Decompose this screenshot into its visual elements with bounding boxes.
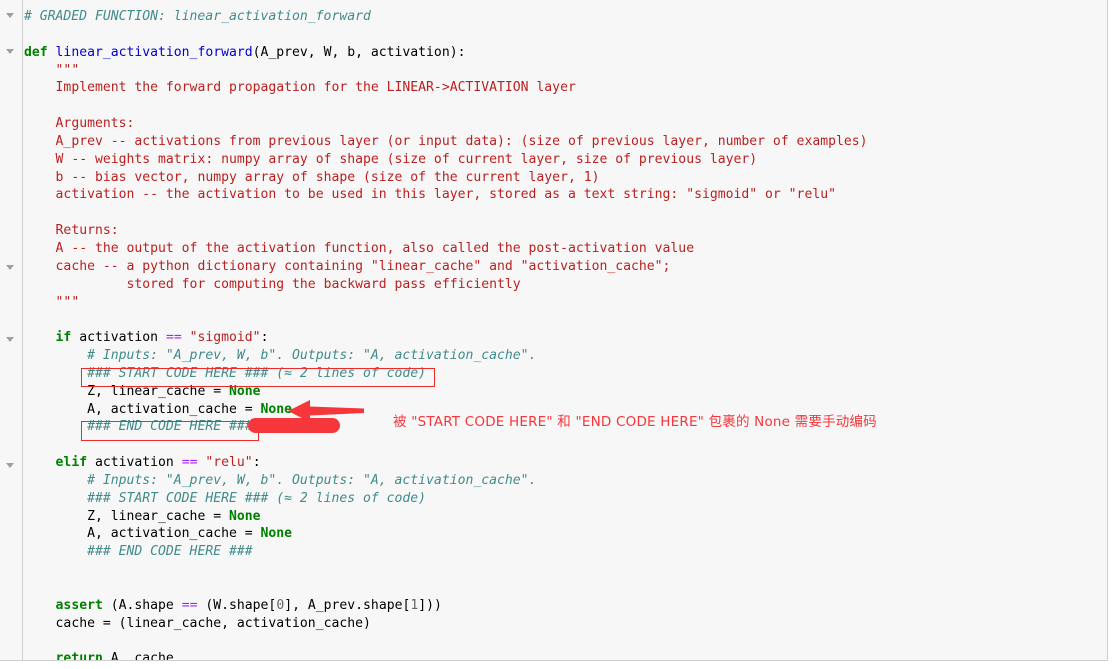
code-line: ### START CODE HERE ### (≈ 2 lines of co… [87,490,427,506]
chevron-down-icon[interactable] [6,47,15,56]
chevron-down-icon[interactable] [6,461,15,470]
code-line: if activation == "sigmoid": [55,330,269,346]
code-line: b -- bias vector, numpy array of shape (… [55,169,600,185]
code-line: Z, linear_cache = None [87,383,261,399]
code-line: elif activation == "relu": [55,455,261,471]
code-line: # Inputs: "A_prev, W, b". Outputs: "A, a… [87,472,537,488]
code-area[interactable]: # GRADED FUNCTION: linear_activation_for… [23,0,1107,661]
code-line: stored for computing the backward pass e… [87,276,521,292]
code-line: """ [55,294,80,310]
code-line: def linear_activation_forward(A_prev, W,… [24,44,466,60]
chevron-down-icon[interactable] [6,335,15,344]
code-line: ### END CODE HERE ### [87,544,253,560]
code-line: Implement the forward propagation for th… [55,80,576,96]
code-line: A, activation_cache = None [87,526,293,542]
code-line: cache = (linear_cache, activation_cache) [55,615,371,631]
code-line: Z, linear_cache = None [87,508,261,524]
code-line: activation -- the activation to be used … [55,187,836,203]
code-line: cache -- a python dictionary containing … [55,258,671,274]
code-line: W -- weights matrix: numpy array of shap… [55,151,758,167]
code-line: """ [55,62,80,78]
code-line: ### START CODE HERE ### (≈ 2 lines of co… [87,365,427,381]
chevron-down-icon[interactable] [6,11,15,20]
code-line: A, activation_cache = None [87,401,293,417]
code-line: ### END CODE HERE ### [87,419,253,435]
code-line: # Inputs: "A_prev, W, b". Outputs: "A, a… [87,348,537,364]
code-line: # GRADED FUNCTION: linear_activation_for… [24,9,371,24]
editor-gutter [0,0,23,660]
chevron-down-icon[interactable] [6,263,15,272]
code-line: Returns: [55,223,119,239]
code-line: assert (A.shape == (W.shape[0], A_prev.s… [55,597,442,613]
code-line: Arguments: [55,116,135,132]
notebook-code-cell[interactable]: # GRADED FUNCTION: linear_activation_for… [0,0,1108,661]
code-line: A -- the output of the activation functi… [55,240,695,256]
code-line: A_prev -- activations from previous laye… [55,133,868,149]
source-code[interactable]: # GRADED FUNCTION: linear_activation_for… [23,0,1107,661]
code-line: return A, cache [55,651,174,661]
